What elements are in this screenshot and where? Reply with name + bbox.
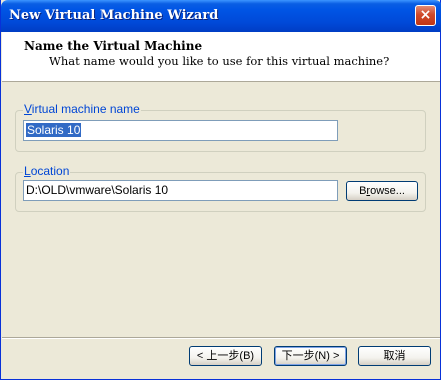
back-button[interactable]: < 上一步(B) bbox=[189, 346, 262, 366]
page-title: Name the Virtual Machine bbox=[24, 39, 203, 53]
next-button[interactable]: 下一步(N) > bbox=[274, 346, 347, 366]
location-input[interactable]: D:\OLD\vmware\Solaris 10 bbox=[23, 180, 338, 201]
vm-name-value: Solaris 10 bbox=[26, 123, 82, 137]
close-icon: × bbox=[419, 7, 432, 23]
page-subtitle: What name would you like to use for this… bbox=[49, 54, 390, 68]
vm-name-label: Virtual machine name bbox=[23, 102, 141, 116]
cancel-button[interactable]: 取消 bbox=[358, 346, 431, 366]
wizard-header: Name the Virtual Machine What name would… bbox=[2, 32, 440, 82]
footer-separator bbox=[2, 337, 440, 339]
browse-button[interactable]: Browse... bbox=[346, 181, 418, 201]
close-button[interactable]: × bbox=[415, 5, 436, 26]
wizard-window: New Virtual Machine Wizard × Name the Vi… bbox=[0, 0, 441, 380]
vm-name-input[interactable]: Solaris 10 bbox=[23, 120, 338, 141]
title-bar[interactable]: New Virtual Machine Wizard × bbox=[1, 0, 441, 32]
location-label: Location bbox=[23, 164, 71, 178]
window-title: New Virtual Machine Wizard bbox=[9, 8, 219, 23]
